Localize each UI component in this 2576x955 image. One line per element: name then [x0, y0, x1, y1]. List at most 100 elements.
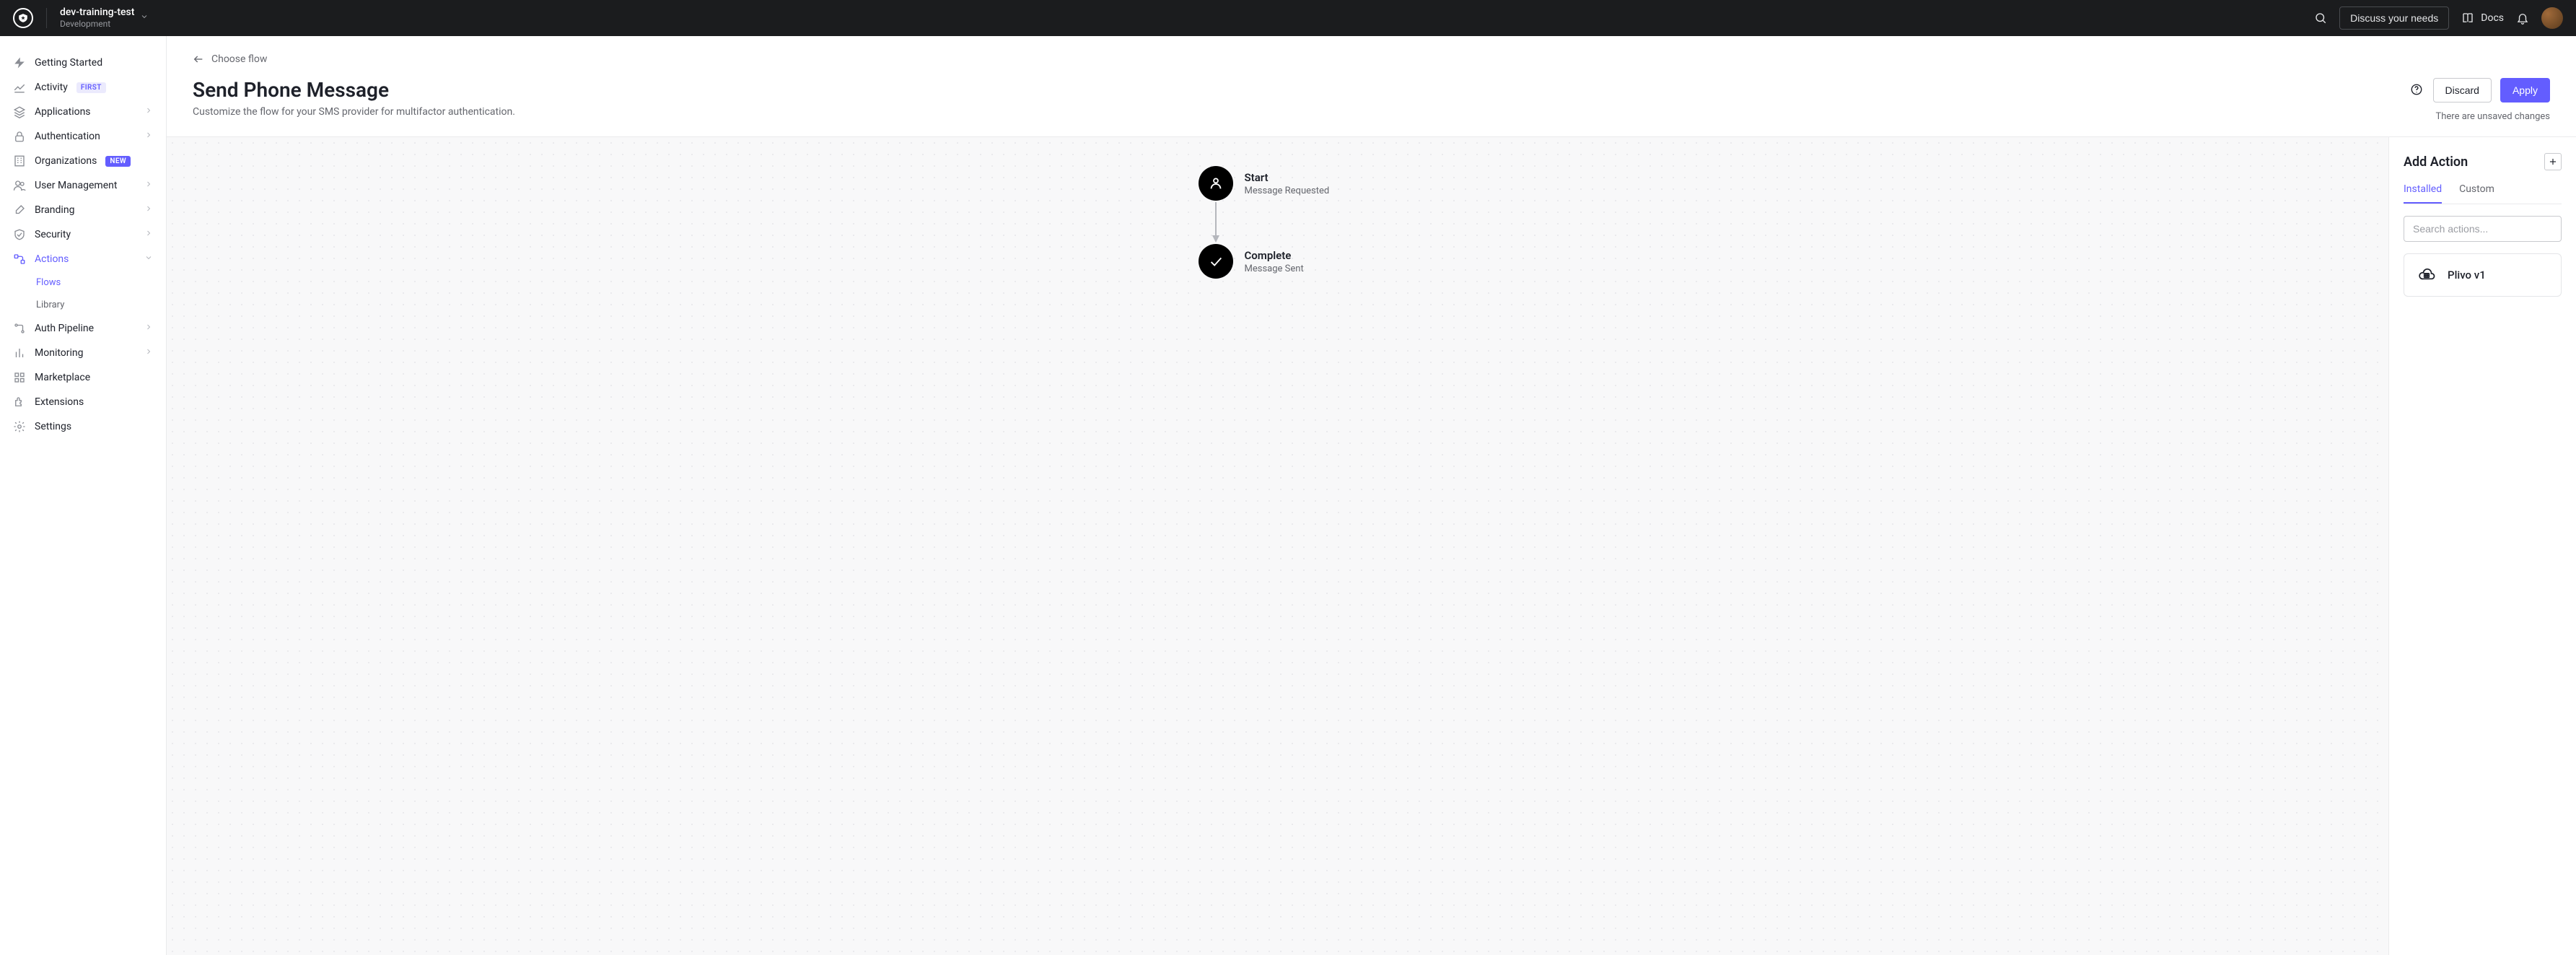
flow-node-start[interactable]: Start Message Requested [1199, 166, 1357, 201]
sidebar-item-activity[interactable]: Activity FIRST [6, 75, 160, 100]
first-badge: FIRST [76, 82, 106, 93]
chevron-right-icon [144, 347, 153, 359]
search-icon[interactable] [2313, 11, 2328, 25]
main: Choose flow Send Phone Message Customize… [167, 36, 2576, 955]
sidebar-subitem-flows[interactable]: Flows [6, 271, 160, 294]
back-label: Choose flow [211, 53, 267, 65]
lock-icon [13, 130, 26, 143]
discuss-button[interactable]: Discuss your needs [2339, 6, 2449, 30]
sidebar-item-label: Extensions [35, 396, 84, 408]
flow-canvas[interactable]: Start Message Requested Complete M [167, 137, 2388, 955]
sidebar-item-label: Activity [35, 82, 68, 93]
bolt-icon [13, 56, 26, 69]
sidebar-item-marketplace[interactable]: Marketplace [6, 365, 160, 390]
logo[interactable] [13, 8, 33, 28]
chart-icon [13, 81, 26, 94]
chevron-right-icon [144, 106, 153, 118]
tenant-env: Development [60, 19, 134, 29]
sidebar-item-auth-pipeline[interactable]: Auth Pipeline [6, 316, 160, 341]
sidebar-item-label: Applications [35, 106, 91, 118]
shield-star-icon [18, 13, 28, 23]
sidebar-item-label: Monitoring [35, 347, 84, 359]
tenant-switcher[interactable]: dev-training-test Development [60, 6, 149, 29]
node-subtitle: Message Sent [1245, 263, 1304, 274]
check-icon [1199, 244, 1233, 279]
tab-installed[interactable]: Installed [2404, 183, 2442, 204]
workspace: Start Message Requested Complete M [167, 137, 2576, 955]
stack-icon [13, 105, 26, 118]
pipeline-icon [13, 322, 26, 335]
sidebar-item-user-management[interactable]: User Management [6, 173, 160, 198]
sidebar-item-getting-started[interactable]: Getting Started [6, 51, 160, 75]
plus-icon [2548, 157, 2558, 167]
sidebar-item-security[interactable]: Security [6, 222, 160, 247]
page-subtitle: Customize the flow for your SMS provider… [193, 106, 515, 118]
help-icon[interactable] [2410, 83, 2424, 97]
sidebar-subitem-library[interactable]: Library [6, 294, 160, 316]
node-subtitle: Message Requested [1245, 186, 1330, 196]
page-header: Choose flow Send Phone Message Customize… [167, 36, 2576, 137]
docs-label: Docs [2481, 12, 2504, 24]
node-title: Start [1245, 171, 1330, 184]
book-icon [2461, 11, 2475, 25]
grid-icon [13, 371, 26, 384]
tenant-name: dev-training-test [60, 6, 134, 19]
page-actions: Discard Apply [2410, 78, 2551, 103]
flow-connector [1211, 201, 1221, 244]
header-left: dev-training-test Development [13, 6, 149, 29]
shield-icon [13, 228, 26, 241]
node-title: Complete [1245, 249, 1304, 262]
building-icon [13, 154, 26, 167]
sidebar-item-label: Getting Started [35, 57, 102, 69]
apply-button[interactable]: Apply [2500, 78, 2550, 103]
add-action-button[interactable] [2544, 153, 2562, 170]
chevron-right-icon [144, 131, 153, 142]
chevron-down-icon [144, 253, 153, 265]
chevron-right-icon [144, 229, 153, 240]
arrow-left-icon [193, 53, 204, 65]
discard-button[interactable]: Discard [2433, 78, 2492, 103]
sidebar-item-label: User Management [35, 180, 117, 191]
sidebar-item-applications[interactable]: Applications [6, 100, 160, 124]
sidebar-item-label: Auth Pipeline [35, 323, 94, 334]
sidebar-item-settings[interactable]: Settings [6, 414, 160, 439]
sidebar-item-organizations[interactable]: Organizations NEW [6, 149, 160, 173]
panel-tabs: Installed Custom [2404, 183, 2562, 204]
flow-icon [13, 253, 26, 266]
sidebar-item-label: Library [36, 300, 64, 310]
bars-icon [13, 346, 26, 359]
action-title: Plivo v1 [2448, 269, 2486, 282]
sidebar-item-label: Flows [36, 277, 61, 288]
user-icon [1199, 166, 1233, 201]
avatar[interactable] [2541, 7, 2563, 29]
sidebar-item-branding[interactable]: Branding [6, 198, 160, 222]
chevron-down-icon [140, 12, 149, 24]
sidebar-item-label: Actions [35, 253, 69, 265]
tab-custom[interactable]: Custom [2459, 183, 2494, 204]
new-badge: NEW [105, 156, 131, 167]
sidebar-item-label: Marketplace [35, 372, 90, 383]
action-card-plivo[interactable]: Plivo v1 [2404, 253, 2562, 297]
panel-title: Add Action [2404, 154, 2468, 170]
page-title: Send Phone Message [193, 78, 515, 102]
search-input[interactable] [2404, 216, 2562, 242]
header-right: Discuss your needs Docs [2313, 6, 2563, 30]
sidebar-item-authentication[interactable]: Authentication [6, 124, 160, 149]
back-link[interactable]: Choose flow [193, 53, 2550, 65]
divider [46, 8, 47, 28]
sidebar-item-monitoring[interactable]: Monitoring [6, 341, 160, 365]
brush-icon [13, 204, 26, 217]
top-header: dev-training-test Development Discuss yo… [0, 0, 2576, 36]
gear-icon [13, 420, 26, 433]
sidebar-item-label: Organizations [35, 155, 97, 167]
sidebar-item-extensions[interactable]: Extensions [6, 390, 160, 414]
docs-link[interactable]: Docs [2461, 11, 2504, 25]
chevron-right-icon [144, 323, 153, 334]
flow-node-complete[interactable]: Complete Message Sent [1199, 244, 1357, 279]
cloud-grid-icon [2416, 264, 2437, 286]
sidebar-item-label: Security [35, 229, 71, 240]
sidebar-item-label: Settings [35, 421, 71, 432]
add-action-panel: Add Action Installed Custom Plivo v1 [2388, 137, 2576, 955]
bell-icon[interactable] [2515, 11, 2530, 25]
sidebar-item-actions[interactable]: Actions [6, 247, 160, 271]
